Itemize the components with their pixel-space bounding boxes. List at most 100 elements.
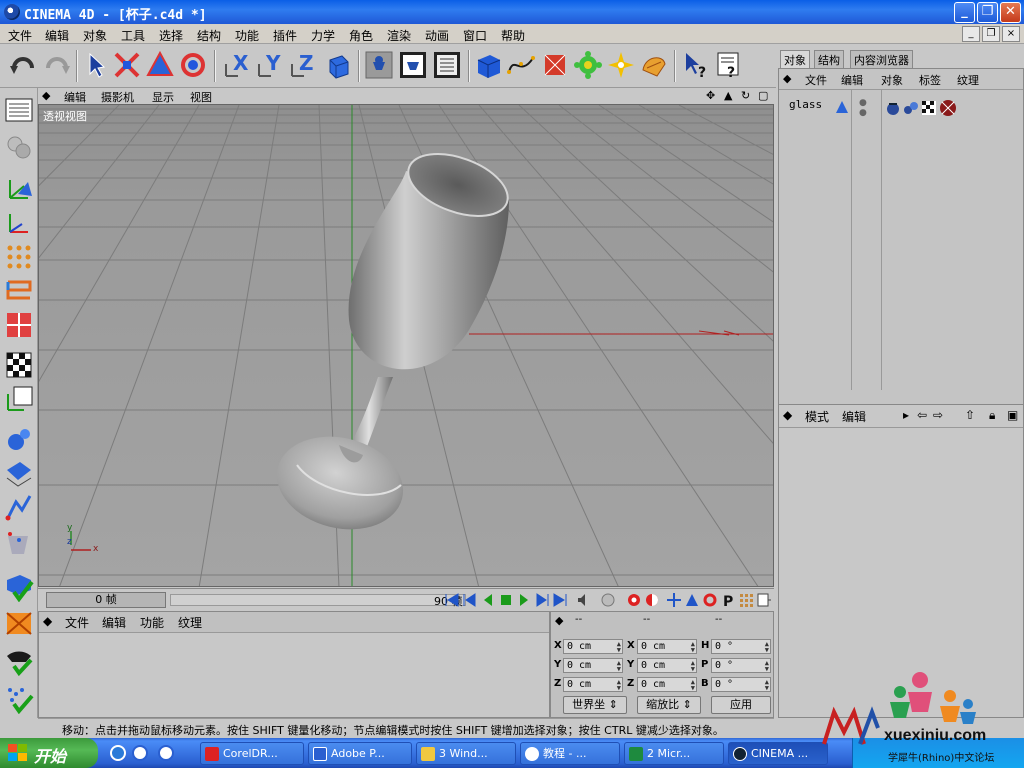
menu-file[interactable]: 文件 <box>8 27 32 44</box>
object-axis-mode-icon[interactable] <box>4 424 34 454</box>
viewport-menu-view[interactable]: 视图 <box>190 89 212 105</box>
object-list[interactable]: glass ● ● <box>779 89 1023 407</box>
perspective-viewport[interactable]: 透视视图 y z x <box>38 104 774 587</box>
position-z-field[interactable]: 0 cm ▲ ▼ <box>563 677 623 692</box>
parameter-key-icon[interactable]: P <box>720 592 736 610</box>
prev-key-icon[interactable] <box>462 592 478 608</box>
prev-frame-icon[interactable] <box>480 592 496 608</box>
light-flare-icon[interactable] <box>606 50 636 80</box>
viewport-drag-handle[interactable]: ◆ <box>42 89 50 102</box>
cube-icon[interactable] <box>474 50 504 80</box>
sound-icon[interactable] <box>576 592 592 608</box>
object-menu-edit[interactable]: 编辑 <box>841 72 863 88</box>
scale-icon[interactable] <box>145 50 175 80</box>
texture-axis-icon[interactable] <box>4 384 34 414</box>
attribute-expand-icon[interactable]: ▸ <box>903 408 909 422</box>
menu-functions[interactable]: 功能 <box>235 27 259 44</box>
material-menu-edit[interactable]: 编辑 <box>102 614 126 631</box>
position-y-field[interactable]: 0 cm ▲ ▼ <box>563 658 623 673</box>
tab-objects[interactable]: 对象 <box>780 50 810 68</box>
rotation-h-field[interactable]: 0 ° ▲ ▼ <box>711 639 771 654</box>
record-icon[interactable] <box>600 592 616 608</box>
visibility-dots-icon[interactable]: ● ● <box>859 98 867 118</box>
task-tutorial[interactable]: 教程 - ... <box>520 742 620 765</box>
viewport-menu-cameras[interactable]: 摄影机 <box>101 89 134 105</box>
maximize-view-icon[interactable]: ▢ <box>758 89 768 102</box>
position-x-field[interactable]: 0 cm ▲ ▼ <box>563 639 623 654</box>
coordinate-mode-select[interactable]: 世界坐 ⇕ <box>563 696 627 714</box>
material-menu-file[interactable]: 文件 <box>65 614 89 631</box>
task-adobe[interactable]: Adobe P... <box>308 742 412 765</box>
enable-deformers-icon[interactable] <box>4 684 34 715</box>
menu-render[interactable]: 渲染 <box>387 27 411 44</box>
tab-structure[interactable]: 结构 <box>814 50 844 68</box>
texture-tag-icon[interactable] <box>921 100 937 116</box>
material-sphere-icon[interactable] <box>939 99 957 117</box>
scale-key-icon[interactable] <box>684 592 700 608</box>
deformer-icon[interactable] <box>639 50 669 80</box>
phong-tag-icon[interactable] <box>885 100 901 116</box>
y-axis-icon[interactable]: Y <box>255 50 285 80</box>
menu-select[interactable]: 选择 <box>159 27 183 44</box>
restore-button[interactable]: ❐ <box>977 2 998 23</box>
ie-quicklaunch-icon[interactable] <box>110 745 126 761</box>
play-icon[interactable] <box>516 592 532 608</box>
task-microsoft-excel[interactable]: 2 Micr... <box>624 742 724 765</box>
menu-animation[interactable]: 动画 <box>425 27 449 44</box>
menu-tools[interactable]: 工具 <box>121 27 145 44</box>
edit-render-enable-icon[interactable] <box>4 572 34 603</box>
mozilla-quicklaunch-icon[interactable] <box>158 745 174 761</box>
next-key-icon[interactable] <box>534 592 550 608</box>
mozilla-quicklaunch-icon[interactable] <box>132 745 148 761</box>
current-frame-field[interactable]: 0 帧 <box>46 592 166 608</box>
zoom-view-icon[interactable]: ▲ <box>724 89 732 102</box>
move-icon[interactable] <box>112 50 142 80</box>
rotation-p-field[interactable]: 0 ° ▲ ▼ <box>711 658 771 673</box>
new-attribute-manager-icon[interactable]: ▣ <box>1007 408 1018 422</box>
material-menu-functions[interactable]: 功能 <box>140 614 164 631</box>
pla-key-icon[interactable] <box>738 592 754 608</box>
timeline-options-icon[interactable] <box>756 592 772 608</box>
autokey-icon[interactable] <box>626 592 642 608</box>
material-menu-texture[interactable]: 纹理 <box>178 614 202 631</box>
animation-mode-icon[interactable] <box>4 492 34 522</box>
minimize-button[interactable]: _ <box>954 2 975 23</box>
size-x-field[interactable]: 0 cm ▲ ▼ <box>637 639 697 654</box>
material-tag-icon[interactable] <box>903 100 919 116</box>
time-slider[interactable] <box>170 594 466 606</box>
viewport-menu-edit[interactable]: 编辑 <box>64 89 86 105</box>
attribute-back-icon[interactable]: ⇦ <box>917 408 927 422</box>
use-object-axis-icon[interactable] <box>4 174 34 204</box>
panel-handle-icon[interactable]: ◆ <box>783 408 792 422</box>
move-view-icon[interactable]: ✥ <box>706 89 715 102</box>
size-y-field[interactable]: 0 cm ▲ ▼ <box>637 658 697 673</box>
redo-icon[interactable] <box>42 50 72 80</box>
edges-mode-icon[interactable] <box>4 276 34 306</box>
lock-icon[interactable]: 🔒︎ <box>989 408 995 423</box>
spline-icon[interactable] <box>506 50 536 80</box>
viewport-menu-display[interactable]: 显示 <box>152 89 174 105</box>
menu-edit[interactable]: 编辑 <box>45 27 69 44</box>
select-arrow-icon[interactable] <box>82 50 112 80</box>
task-windows-explorer[interactable]: 3 Wind... <box>416 742 516 765</box>
object-menu-texture[interactable]: 纹理 <box>957 72 979 88</box>
render-view-icon[interactable] <box>364 50 394 80</box>
render-settings-icon[interactable] <box>432 50 462 80</box>
points-mode-icon[interactable] <box>4 242 34 272</box>
menu-dynamics[interactable]: 力学 <box>311 27 335 44</box>
menu-plugins[interactable]: 插件 <box>273 27 297 44</box>
object-menu-tags[interactable]: 标签 <box>919 72 941 88</box>
attribute-forward-icon[interactable]: ⇨ <box>933 408 943 422</box>
task-coreldraw[interactable]: CorelDR... <box>200 742 304 765</box>
menu-window[interactable]: 窗口 <box>463 27 487 44</box>
edit-render-disable-icon[interactable] <box>4 608 34 638</box>
panel-handle-icon[interactable]: ◆ <box>555 614 563 627</box>
use-model-tool-icon[interactable] <box>4 96 34 126</box>
attribute-menu-mode[interactable]: 模式 <box>805 408 829 425</box>
size-z-field[interactable]: 0 cm ▲ ▼ <box>637 677 697 692</box>
help-pointer-icon[interactable]: ? <box>682 50 712 81</box>
menu-character[interactable]: 角色 <box>349 27 373 44</box>
x-axis-icon[interactable]: X <box>222 50 252 80</box>
menu-object[interactable]: 对象 <box>83 27 107 44</box>
rotate-view-icon[interactable]: ↻ <box>741 89 750 102</box>
